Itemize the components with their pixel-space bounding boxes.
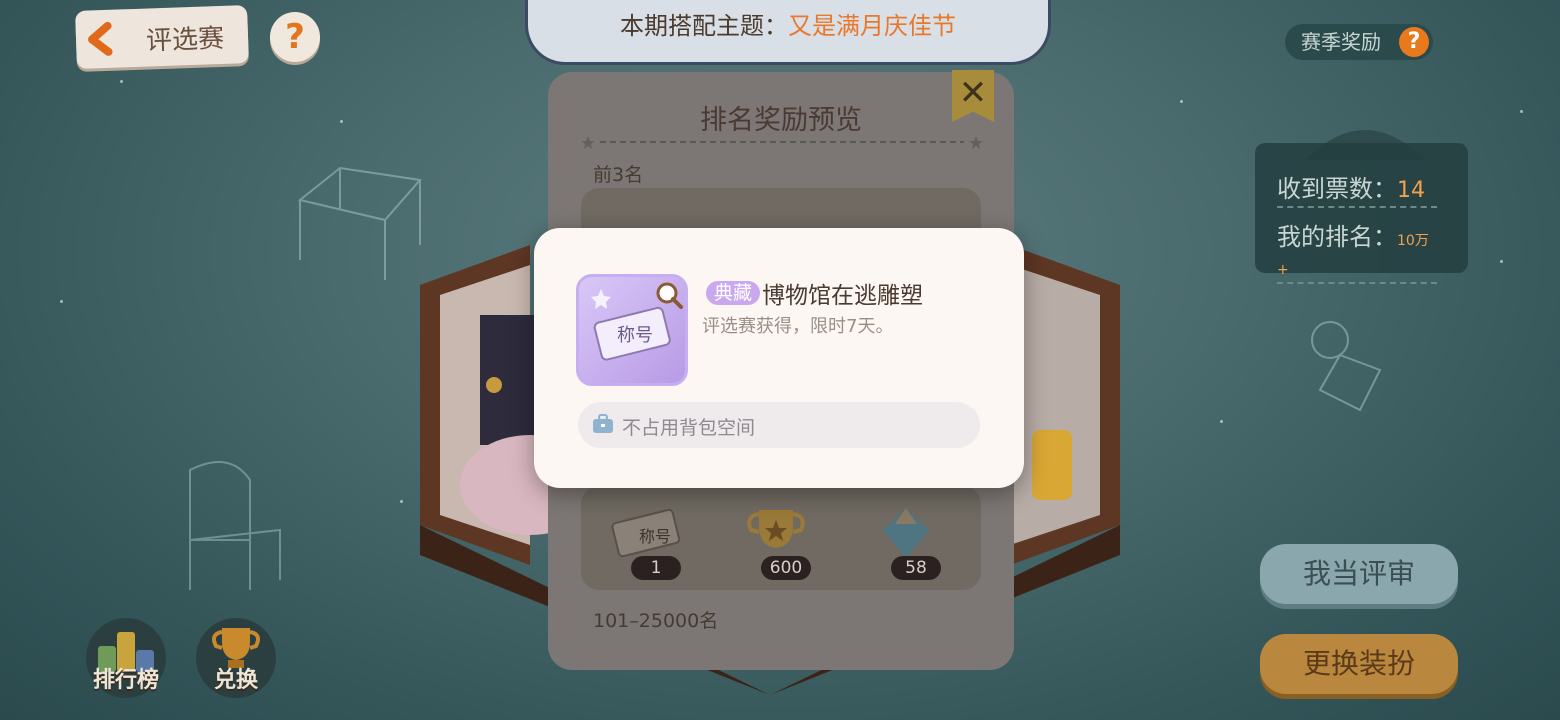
reward-count: 600: [761, 556, 811, 580]
season-reward-help-icon[interactable]: ?: [1399, 27, 1429, 57]
star-decoration: [1220, 420, 1223, 423]
be-judge-button[interactable]: 我当评审: [1260, 544, 1458, 604]
votes-row: 收到票数：14: [1277, 169, 1437, 208]
votes-label: 收到票数：: [1277, 175, 1397, 203]
theme-banner: 本期搭配主题：又是满月庆佳节: [525, 0, 1051, 65]
title-ticket-reward[interactable]: 称号 1: [601, 504, 691, 584]
star-decoration: [340, 120, 343, 123]
title-ticket-icon: 称号: [611, 508, 681, 558]
rank-row: 我的排名：10万+: [1277, 217, 1437, 284]
star-decoration: [60, 300, 63, 303]
exchange-button[interactable]: 兑换: [196, 618, 276, 698]
star-decoration: [1520, 110, 1523, 113]
theme-label: 本期搭配主题：: [620, 12, 788, 40]
item-name: 博物馆在逃雕塑: [762, 283, 923, 309]
constellation-ring-icon: [1311, 321, 1382, 412]
change-outfit-button[interactable]: 更换装扮: [1260, 634, 1458, 694]
top3-section-label: 前3名: [593, 164, 644, 186]
back-arrow-icon: [88, 21, 113, 56]
storage-note-row: 不占用背包空间: [578, 402, 980, 448]
gold-trophy-icon: [747, 510, 805, 548]
rank-101-25000-label: 101–25000名: [593, 610, 719, 632]
ticket-text: 称号: [639, 527, 671, 546]
ranking-button[interactable]: 排行榜: [86, 618, 166, 698]
rank-101-25000-reward-row: 称号 1 600 58: [581, 486, 981, 590]
storage-note: 不占用背包空间: [622, 417, 756, 439]
diamond-icon: [883, 508, 929, 558]
season-reward-label: 赛季奖励: [1301, 30, 1381, 54]
help-button[interactable]: ?: [270, 12, 320, 62]
preview-title: 排名奖励预览: [700, 105, 862, 136]
star-decoration: [120, 80, 123, 83]
magnifier-icon[interactable]: [655, 281, 683, 309]
star-decoration: [400, 500, 403, 503]
back-button-label: 评选赛: [145, 23, 225, 57]
diamond-reward[interactable]: 58: [861, 504, 951, 584]
rank-label: 我的排名：: [1277, 223, 1397, 251]
back-button[interactable]: 评选赛: [75, 5, 249, 69]
votes-value: 14: [1397, 178, 1425, 203]
ranking-label: 排行榜: [92, 668, 159, 693]
season-reward-button[interactable]: 赛季奖励 ?: [1285, 24, 1433, 60]
theme-value: 又是满月庆佳节: [788, 12, 956, 40]
ticket-text: 称号: [617, 325, 653, 346]
trophy-reward[interactable]: 600: [731, 504, 821, 584]
reward-count: 58: [891, 556, 941, 580]
item-detail-tooltip: 称号 典藏 博物馆在逃雕塑 评选赛获得，限时7天。 不占用背包空间: [534, 228, 1024, 488]
star-decoration: [1180, 100, 1183, 103]
stats-panel: 收到票数：14 我的排名：10万+: [1255, 143, 1468, 284]
constellation-chair-icon: [189, 461, 281, 590]
item-description: 评选赛获得，限时7天。: [702, 316, 894, 337]
title-divider: [581, 136, 983, 149]
title-item-icon: 称号: [576, 274, 688, 386]
reward-count: 1: [631, 556, 681, 580]
star-decoration: [1500, 260, 1503, 263]
constellation-table-icon: [297, 166, 422, 280]
exchange-label: 兑换: [213, 668, 258, 693]
backpack-icon: [593, 414, 613, 433]
rarity-badge: 典藏: [706, 281, 761, 305]
